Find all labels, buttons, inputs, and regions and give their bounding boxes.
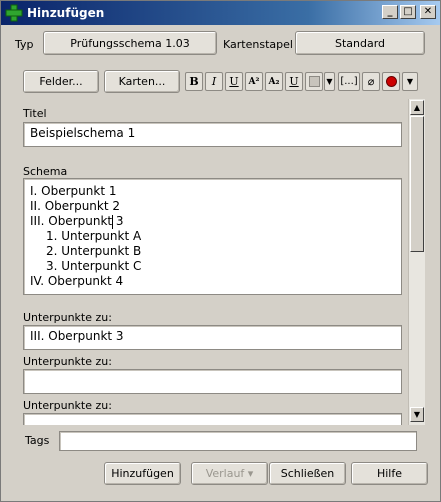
superscript-button[interactable]: A²: [245, 72, 263, 91]
add-card-window: Hinzufügen _ □ ✕ Typ Prüfungsschema 1.03…: [0, 0, 441, 502]
history-button[interactable]: Verlauf ▾: [191, 462, 268, 485]
scroll-up-icon[interactable]: ▲: [410, 100, 424, 115]
color-dropdown-button[interactable]: ▼: [324, 72, 335, 91]
schema-line: IV. Oberpunkt 4: [30, 274, 124, 288]
tags-input[interactable]: [59, 431, 417, 451]
text-cursor: [112, 215, 113, 229]
record-icon: [385, 76, 397, 87]
title-field[interactable]: Beispielschema 1: [23, 122, 402, 147]
cloze-button[interactable]: [...]: [338, 72, 360, 91]
schema-line: II. Oberpunkt 2: [30, 199, 121, 213]
color-swatch-button[interactable]: [305, 72, 323, 91]
attach-button[interactable]: ⌀: [362, 72, 380, 91]
italic-button[interactable]: I: [205, 72, 223, 91]
close-dialog-button[interactable]: Schließen: [269, 462, 346, 485]
vertical-scrollbar[interactable]: ▲ ▼: [408, 99, 425, 425]
chevron-down-icon: ▼: [406, 77, 414, 86]
schema-line: 3. Unterpunkt C: [46, 259, 142, 273]
field-label-unterpunkte: Unterpunkte zu:: [23, 355, 112, 368]
scroll-down-icon[interactable]: ▼: [410, 407, 424, 422]
color-swatch-icon: [308, 76, 320, 87]
field-label-schema: Schema: [23, 165, 68, 178]
help-button[interactable]: Hilfe: [351, 462, 428, 485]
schema-field[interactable]: I. Oberpunkt 1 II. Oberpunkt 2 III. Ober…: [23, 178, 402, 295]
bold-button[interactable]: B: [185, 72, 203, 91]
maximize-button[interactable]: □: [400, 5, 416, 19]
cards-button[interactable]: Karten...: [104, 70, 180, 93]
scroll-thumb[interactable]: [410, 116, 424, 252]
note-type-button[interactable]: Prüfungsschema 1.03: [43, 31, 217, 55]
subpoints-field-2[interactable]: [23, 369, 402, 394]
fields-button[interactable]: Felder...: [23, 70, 99, 93]
chevron-down-icon: ▼: [326, 77, 333, 86]
minimize-button[interactable]: _: [382, 5, 398, 19]
deck-label: Kartenstapel: [223, 38, 293, 51]
schema-line: III. Oberpunkt 3: [30, 214, 124, 228]
field-label-unterpunkte: Unterpunkte zu:: [23, 311, 112, 324]
add-button[interactable]: Hinzufügen: [104, 462, 181, 485]
schema-line: I. Oberpunkt 1: [30, 184, 117, 198]
plus-icon: [5, 4, 23, 22]
subpoints-field-3[interactable]: [23, 413, 402, 425]
text-color-button[interactable]: U: [285, 72, 303, 91]
deck-button[interactable]: Standard: [295, 31, 425, 55]
subpoints-field-1[interactable]: III. Oberpunkt 3: [23, 325, 402, 350]
more-button[interactable]: ▼: [402, 72, 418, 91]
schema-line: 2. Unterpunkt B: [46, 244, 142, 258]
record-button[interactable]: [382, 72, 400, 91]
paperclip-icon: ⌀: [367, 75, 375, 88]
type-label: Typ: [15, 38, 34, 51]
title-bar[interactable]: Hinzufügen _ □ ✕: [1, 1, 440, 25]
schema-line: 1. Unterpunkt A: [46, 229, 142, 243]
field-label-titel: Titel: [23, 107, 47, 120]
window-title: Hinzufügen: [27, 6, 105, 20]
tags-label: Tags: [25, 434, 50, 447]
underline-button[interactable]: U: [225, 72, 243, 91]
close-button[interactable]: ✕: [420, 5, 436, 19]
field-label-unterpunkte: Unterpunkte zu:: [23, 399, 112, 412]
fields-scroll-area: Titel Beispielschema 1 Schema I. Oberpun…: [11, 99, 431, 425]
subscript-button[interactable]: A₂: [265, 72, 283, 91]
